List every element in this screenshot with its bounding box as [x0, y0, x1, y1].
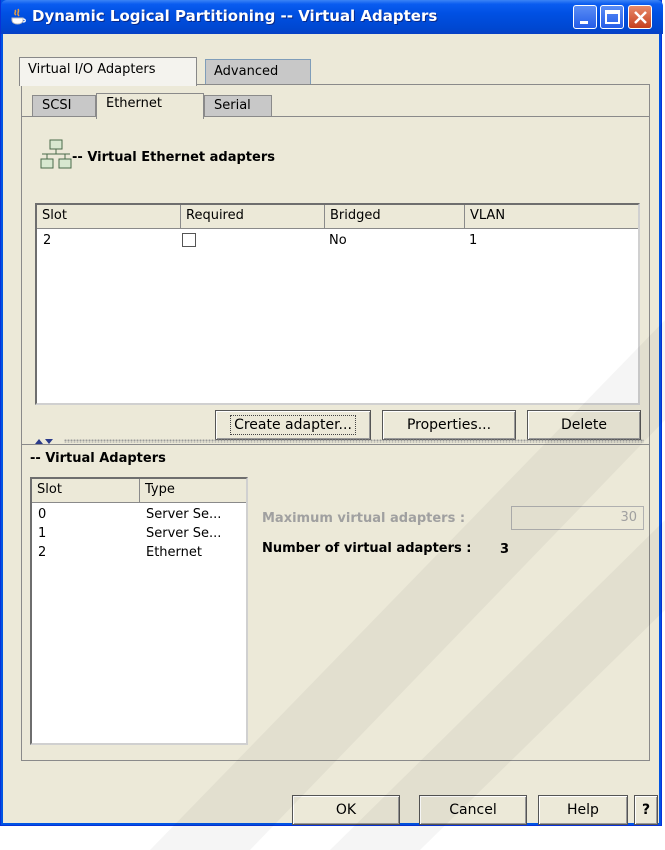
button-label: Delete: [561, 417, 607, 433]
cell-slot: 1: [38, 526, 47, 541]
column-header-type[interactable]: Type: [140, 479, 246, 503]
whats-this-help-button[interactable]: ?: [634, 795, 658, 825]
tab-label: Serial: [214, 98, 251, 113]
help-button[interactable]: Help: [538, 795, 628, 825]
adapter-count-value: 3: [500, 542, 510, 557]
max-adapters-label: Maximum virtual adapters :: [262, 511, 466, 526]
splitter-arrows-icon[interactable]: [34, 437, 54, 445]
column-header-vlan[interactable]: VLAN: [465, 205, 638, 229]
network-icon: [40, 139, 72, 169]
cancel-button[interactable]: Cancel: [419, 795, 527, 825]
tab-advanced[interactable]: Advanced: [205, 59, 311, 84]
required-checkbox[interactable]: [182, 233, 196, 247]
button-label: Create adapter...: [230, 415, 356, 435]
button-label: ?: [641, 802, 651, 818]
ethernet-section-title: -- Virtual Ethernet adapters: [72, 150, 275, 165]
java-icon: [11, 8, 26, 25]
tab-label: Advanced: [214, 64, 279, 79]
cell-vlan: 1: [469, 233, 478, 248]
cell-type: Server Se...: [146, 507, 222, 522]
tab-ethernet[interactable]: Ethernet: [96, 93, 204, 119]
cell-slot: 2: [43, 233, 52, 248]
virtual-adapters-title: -- Virtual Adapters: [30, 451, 166, 466]
table-header: Slot Required Bridged VLAN: [37, 205, 638, 229]
maximize-button[interactable]: [600, 5, 624, 29]
virtual-adapters-table: Slot Type 0 Server Se... 1 Server Se... …: [30, 477, 248, 745]
column-header-required[interactable]: Required: [181, 205, 325, 229]
ethernet-panel: -- Virtual Ethernet adapters Slot Requir…: [22, 116, 649, 440]
minimize-button[interactable]: [573, 5, 597, 29]
table-header: Slot Type: [32, 479, 246, 503]
ethernet-adapters-table: Slot Required Bridged VLAN 2 No 1: [35, 203, 640, 405]
column-header-slot[interactable]: Slot: [37, 205, 181, 229]
splitter-handle[interactable]: [22, 437, 649, 445]
cell-bridged: No: [329, 233, 347, 248]
cell-type: Ethernet: [146, 545, 202, 560]
column-header-slot[interactable]: Slot: [32, 479, 140, 503]
minimize-icon: [580, 21, 588, 24]
button-label: Help: [567, 802, 599, 818]
properties-button[interactable]: Properties...: [382, 410, 516, 440]
button-label: Properties...: [406, 417, 492, 433]
cell-type: Server Se...: [146, 526, 222, 541]
max-adapters-field: 30: [511, 506, 644, 530]
column-header-bridged[interactable]: Bridged: [325, 205, 465, 229]
maximize-icon: [605, 10, 620, 24]
tab-label: Ethernet: [106, 96, 162, 111]
close-icon: [634, 11, 647, 24]
splitter-grip: [64, 439, 644, 443]
tab-label: Virtual I/O Adapters: [28, 62, 156, 77]
tab-scsi[interactable]: SCSI: [32, 95, 96, 117]
button-label: OK: [335, 802, 357, 818]
create-adapter-button[interactable]: Create adapter...: [215, 410, 371, 440]
tab-label: SCSI: [42, 98, 72, 113]
tab-virtual-io-adapters[interactable]: Virtual I/O Adapters: [19, 57, 197, 86]
virtual-io-panel: SCSI Ethernet Serial -- Virtual Ethernet…: [21, 84, 650, 761]
window-title: Dynamic Logical Partitioning -- Virtual …: [32, 7, 438, 25]
close-button[interactable]: [628, 5, 652, 29]
ok-button[interactable]: OK: [292, 795, 400, 825]
cell-slot: 2: [38, 545, 47, 560]
delete-button[interactable]: Delete: [527, 410, 641, 440]
adapter-count-label: Number of virtual adapters :: [262, 541, 472, 556]
title-bar[interactable]: Dynamic Logical Partitioning -- Virtual …: [1, 0, 663, 34]
dialog-window: Dynamic Logical Partitioning -- Virtual …: [0, 0, 663, 826]
tab-serial[interactable]: Serial: [204, 95, 272, 117]
cell-slot: 0: [38, 507, 47, 522]
button-label: Cancel: [449, 802, 497, 818]
